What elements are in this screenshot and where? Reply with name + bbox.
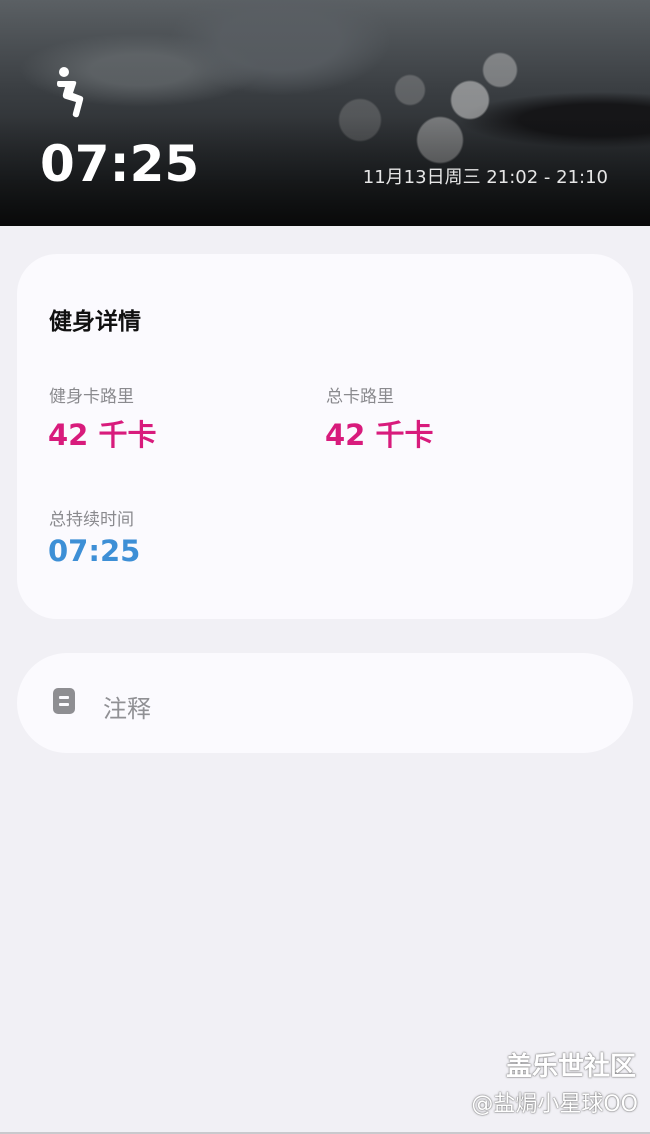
- workout-calories-value: 42 千卡: [48, 418, 157, 452]
- squat-person-icon: [57, 67, 84, 118]
- workout-date-range: 11月13日周三 21:02 - 21:10: [362, 167, 608, 188]
- total-calories-value: 42 千卡: [325, 418, 434, 452]
- notes-label: 注释: [103, 695, 151, 723]
- fitness-details-card: 健身详情 健身卡路里 42 千卡 总卡路里 42 千卡 总持续时间 07:25: [17, 254, 633, 619]
- workout-calories-label: 健身卡路里: [49, 387, 134, 407]
- watermark-user: @盐焗小星球OO: [471, 1092, 638, 1117]
- note-icon: [53, 688, 75, 714]
- header-banner: 07:25 11月13日周三 21:02 - 21:10: [0, 0, 650, 226]
- card-title: 健身详情: [49, 309, 141, 335]
- total-duration-label: 总持续时间: [49, 510, 134, 530]
- watermark-brand: 盖乐世社区: [505, 1052, 636, 1082]
- workout-duration: 07:25: [40, 135, 200, 193]
- workout-detail-page: 07:25 11月13日周三 21:02 - 21:10 健身详情 健身卡路里 …: [0, 0, 650, 1134]
- total-calories-label: 总卡路里: [326, 387, 394, 407]
- total-duration-value: 07:25: [48, 534, 141, 568]
- notes-button[interactable]: 注释: [17, 653, 633, 753]
